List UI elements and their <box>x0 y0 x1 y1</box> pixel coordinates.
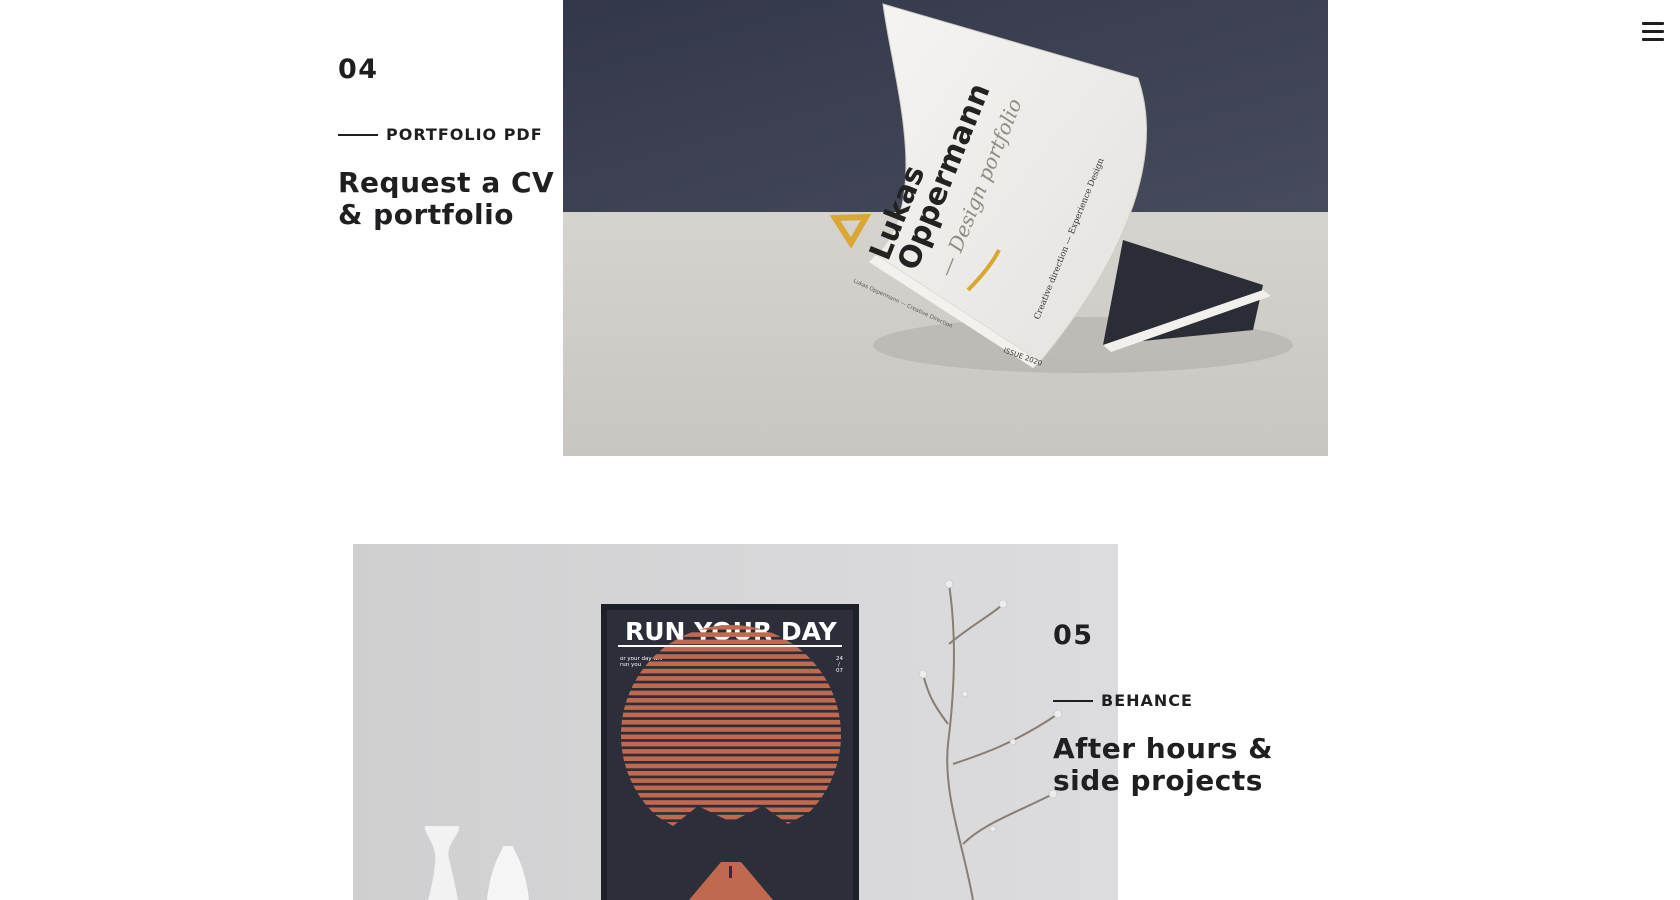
poster-date-month: 07 <box>836 668 843 674</box>
project-number: 04 <box>338 54 379 85</box>
poster-subtitle-line2: run you <box>620 662 641 668</box>
project-tag-label: PORTFOLIO PDF <box>386 125 543 144</box>
tag-divider <box>338 133 378 136</box>
poster <box>607 610 853 900</box>
project-number: 05 <box>1053 620 1094 651</box>
project-title-link[interactable]: Request a CV & portfolio <box>338 167 578 231</box>
project-title-link[interactable]: After hours & side projects <box>1053 733 1333 797</box>
project-tag: BEHANCE <box>1053 691 1193 710</box>
project-tag: PORTFOLIO PDF <box>338 125 543 144</box>
project-tag-label: BEHANCE <box>1101 691 1193 710</box>
poster-mockup-image[interactable]: RUN YOUR DAY or your day will run you 24… <box>353 544 1118 900</box>
hamburger-menu-icon[interactable] <box>1642 22 1664 44</box>
portfolio-magazine-image[interactable]: Lukas Oppermann — Design portfolio Creat… <box>563 0 1328 456</box>
tag-divider <box>1053 699 1093 702</box>
